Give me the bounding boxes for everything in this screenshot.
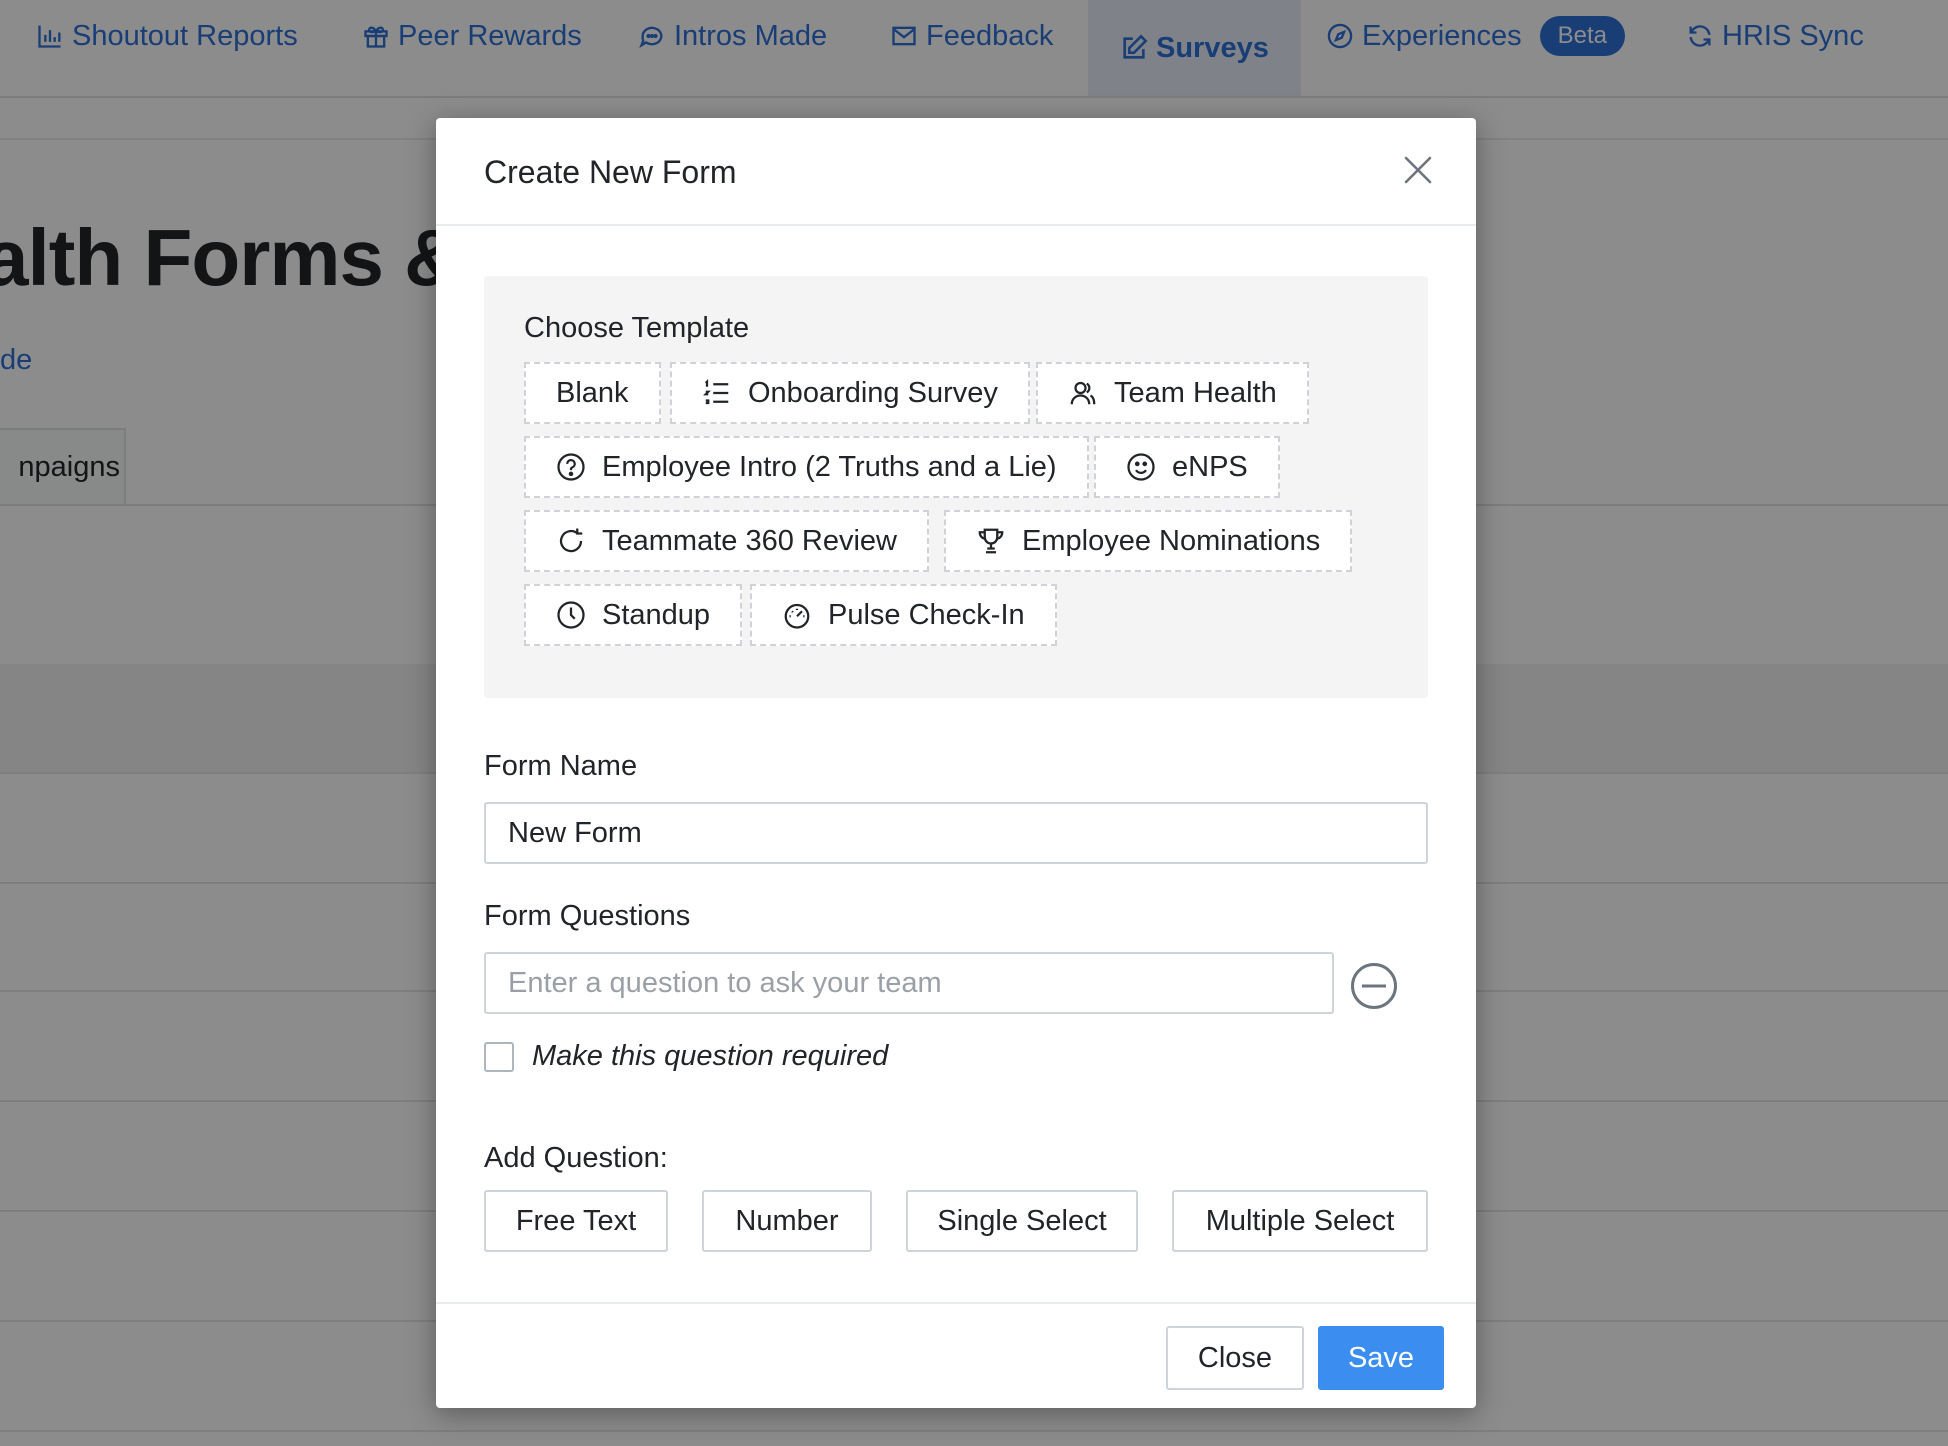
form-questions-label: Form Questions: [484, 900, 691, 932]
template-employee-intro-button[interactable]: Employee Intro (2 Truths and a Lie): [524, 436, 1089, 498]
remove-question-icon[interactable]: [1350, 962, 1398, 1010]
question-input[interactable]: [484, 952, 1334, 1014]
modal-title: Create New Form: [484, 154, 737, 190]
template-label: Pulse Check-In: [828, 598, 1025, 631]
template-pulse-check-in-button[interactable]: Pulse Check-In: [750, 584, 1057, 646]
add-free-text-button[interactable]: Free Text: [484, 1190, 668, 1252]
users-icon: [1070, 381, 1096, 405]
template-label: Blank: [556, 376, 629, 409]
add-single-select-button[interactable]: Single Select: [906, 1190, 1138, 1252]
template-blank-button[interactable]: Blank: [524, 362, 661, 424]
template-section-label: Choose Template: [524, 312, 750, 344]
refresh-icon: [559, 528, 583, 553]
template-label: Employee Nominations: [1022, 524, 1321, 557]
template-team-health-button[interactable]: Team Health: [1036, 362, 1309, 424]
close-button[interactable]: Close: [1166, 1326, 1304, 1390]
form-name-input[interactable]: [484, 802, 1428, 864]
create-form-modal: Create New Form Choose Template Blank On…: [436, 118, 1476, 1408]
template-label: Employee Intro (2 Truths and a Lie): [602, 450, 1057, 483]
add-number-button[interactable]: Number: [702, 1190, 872, 1252]
form-name-label: Form Name: [484, 750, 638, 782]
template-onboarding-survey-button[interactable]: Onboarding Survey: [670, 362, 1030, 424]
required-checkbox[interactable]: [484, 1042, 514, 1072]
template-label: Team Health: [1114, 376, 1277, 409]
smile-icon: [1127, 453, 1155, 481]
template-enps-button[interactable]: eNPS: [1094, 436, 1280, 498]
required-label: Make this question required: [532, 1040, 889, 1072]
speedometer-icon: [784, 603, 810, 629]
clock-icon: [557, 601, 585, 629]
trophy-icon: [978, 528, 1004, 554]
template-panel: Choose Template Blank Onboarding Survey …: [484, 276, 1428, 698]
close-icon[interactable]: [1402, 154, 1434, 186]
template-label: eNPS: [1172, 450, 1248, 483]
template-teammate-360-button[interactable]: Teammate 360 Review: [524, 510, 929, 572]
template-label: Standup: [602, 598, 711, 631]
template-label: Teammate 360 Review: [602, 524, 897, 557]
save-button[interactable]: Save: [1318, 1326, 1444, 1390]
question-circle-icon: [557, 453, 585, 481]
modal-header: Create New Form: [436, 118, 1476, 226]
template-standup-button[interactable]: Standup: [524, 584, 743, 646]
add-multiple-select-button[interactable]: Multiple Select: [1172, 1190, 1428, 1252]
add-question-label: Add Question:: [484, 1142, 668, 1174]
template-employee-nominations-button[interactable]: Employee Nominations: [944, 510, 1353, 572]
list-icon: [703, 379, 729, 405]
template-label: Onboarding Survey: [748, 376, 998, 409]
modal-footer-divider: [436, 1302, 1476, 1304]
